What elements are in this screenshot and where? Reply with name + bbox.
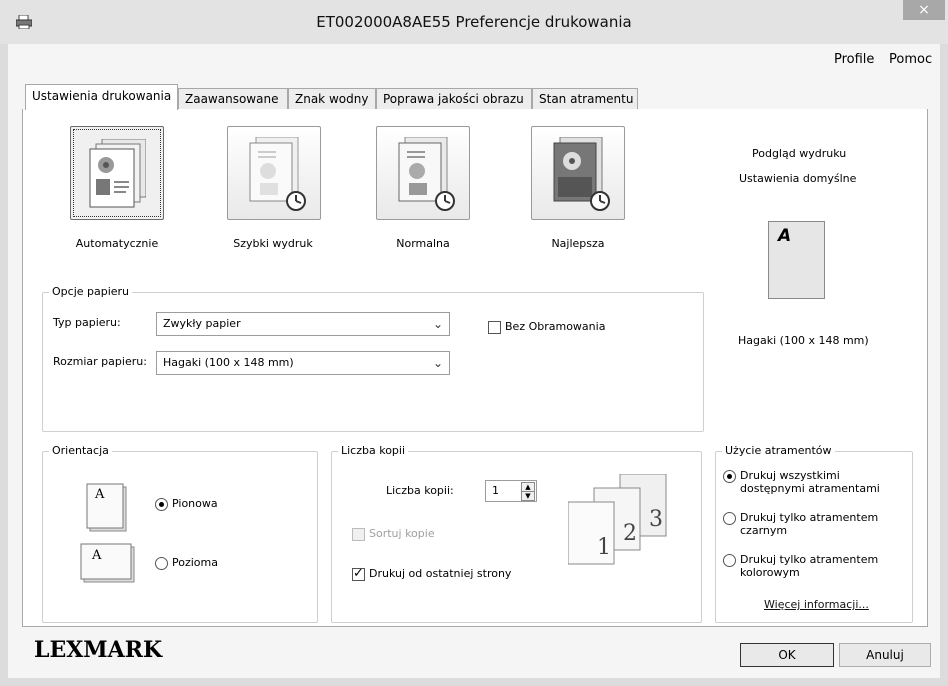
- menu-bar: [8, 44, 940, 72]
- more-info-link[interactable]: Więcej informacji...: [764, 598, 869, 611]
- arrow-up-icon: ▲: [525, 483, 531, 491]
- close-button[interactable]: ×: [903, 0, 945, 20]
- tab-ink-status[interactable]: Stan atramentu: [532, 88, 638, 109]
- landscape-label: Pozioma: [172, 556, 218, 569]
- portrait-radio[interactable]: [155, 498, 168, 511]
- normal-quality-icon: [398, 137, 455, 211]
- stack-number-2: 2: [623, 521, 637, 546]
- quality-auto-label: Automatycznie: [75, 237, 159, 250]
- draft-quality-icon: [249, 137, 306, 211]
- arrow-down-icon: ▼: [525, 492, 531, 500]
- best-quality-icon: [553, 137, 610, 211]
- auto-quality-icon: [89, 139, 146, 208]
- ink-black-radio[interactable]: [723, 512, 736, 525]
- paper-type-value: Zwykły papier: [163, 317, 241, 330]
- chevron-down-icon: ⌄: [432, 317, 443, 331]
- close-icon: ×: [918, 2, 930, 18]
- quality-best-label: Najlepsza: [551, 237, 605, 250]
- preview-page-letter: A: [778, 226, 792, 246]
- checkmark-icon: ✓: [353, 566, 364, 581]
- preview-size: Hagaki (100 x 148 mm): [738, 334, 869, 347]
- paper-options-title: Opcje papieru: [49, 285, 133, 298]
- landscape-page-icon: [80, 543, 135, 583]
- preview-title: Podgląd wydruku: [752, 147, 847, 160]
- spin-down-button[interactable]: ▼: [521, 491, 535, 501]
- tab-image-quality[interactable]: Poprawa jakości obrazu: [376, 88, 532, 109]
- tab-print-settings[interactable]: Ustawienia drukowania: [25, 84, 178, 110]
- paper-type-select[interactable]: Zwykły papier ⌄: [156, 312, 450, 336]
- ok-button[interactable]: OK: [740, 643, 834, 667]
- copies-spinner[interactable]: 1 ▲ ▼: [485, 480, 537, 502]
- stack-number-3: 3: [649, 507, 663, 532]
- ink-all-label: Drukuj wszystkimi dostępnymi atramentami: [740, 469, 880, 495]
- ink-black-label: Drukuj tylko atramentem czarnym: [740, 511, 879, 537]
- portrait-page-letter: A: [95, 487, 105, 502]
- reverse-order-label: Drukuj od ostatniej strony: [369, 567, 512, 580]
- ink-usage-title: Użycie atramentów: [722, 444, 835, 457]
- quality-normal-button[interactable]: [376, 126, 470, 220]
- lexmark-logo: LEXMARK: [34, 637, 163, 663]
- copies-value: 1: [492, 484, 499, 497]
- copies-label: Liczba kopii:: [386, 484, 454, 497]
- chevron-down-icon: ⌄: [432, 356, 443, 370]
- tab-watermark[interactable]: Znak wodny: [288, 88, 376, 109]
- portrait-page-icon: [86, 483, 127, 532]
- quality-best-button[interactable]: [531, 126, 625, 220]
- quality-draft-label: Szybki wydruk: [233, 237, 313, 250]
- collate-checkbox[interactable]: [352, 528, 365, 541]
- cancel-button[interactable]: Anuluj: [839, 643, 931, 667]
- menu-profile[interactable]: Profile: [834, 52, 874, 67]
- quality-auto-button[interactable]: [70, 126, 164, 220]
- orientation-group: [42, 451, 318, 623]
- preview-subtitle: Ustawienia domyślne: [739, 172, 857, 185]
- reverse-order-checkbox[interactable]: ✓: [352, 566, 365, 581]
- collate-label: Sortuj kopie: [369, 527, 435, 540]
- landscape-radio[interactable]: [155, 557, 168, 570]
- landscape-page-letter: A: [92, 548, 102, 563]
- paper-size-select[interactable]: Hagaki (100 x 148 mm) ⌄: [156, 351, 450, 375]
- borderless-label: Bez Obramowania: [505, 320, 606, 333]
- ink-all-radio[interactable]: [723, 470, 736, 483]
- quality-draft-button[interactable]: [227, 126, 321, 220]
- copies-title: Liczba kopii: [338, 444, 409, 457]
- paper-size-value: Hagaki (100 x 148 mm): [163, 356, 294, 369]
- window-title: ET002000A8AE55 Preferencje drukowania: [316, 13, 632, 31]
- orientation-title: Orientacja: [49, 444, 112, 457]
- stack-number-1: 1: [597, 535, 611, 560]
- paper-type-label: Typ papieru:: [53, 316, 121, 329]
- ink-color-radio[interactable]: [723, 554, 736, 567]
- borderless-checkbox[interactable]: [488, 321, 501, 334]
- quality-normal-label: Normalna: [396, 237, 450, 250]
- portrait-label: Pionowa: [172, 497, 218, 510]
- ink-color-label: Drukuj tylko atramentem kolorowym: [740, 553, 879, 579]
- menu-help[interactable]: Pomoc: [889, 52, 932, 67]
- paper-size-label: Rozmiar papieru:: [53, 355, 147, 368]
- preview-page: A: [768, 221, 825, 299]
- tab-advanced[interactable]: Zaawansowane: [178, 88, 288, 109]
